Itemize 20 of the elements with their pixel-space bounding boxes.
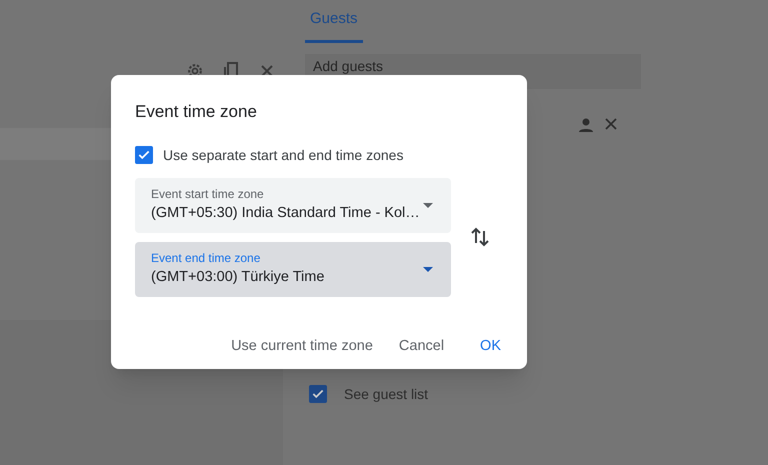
dialog-button[interactable]: OK — [470, 330, 511, 364]
person-icon — [578, 116, 594, 132]
swap-icon[interactable] — [471, 226, 489, 248]
time-zone-dropdown[interactable]: Event end time zone (GMT+03:00) Türkiye Time — [135, 242, 451, 296]
dialog-button[interactable]: Cancel — [388, 330, 454, 364]
checkmark-icon — [311, 387, 325, 401]
dropdown-arrow-icon — [423, 202, 433, 208]
field-value: (GMT+03:00) Türkiye Time — [151, 268, 326, 288]
field-value: (GMT+05:30) India Standard Time - Kol… — [151, 204, 421, 224]
dialog-button[interactable]: Use current time zone — [221, 330, 383, 364]
checkbox[interactable] — [309, 385, 327, 403]
permission-label: See guest list — [344, 384, 428, 404]
dropdown-arrow-icon — [423, 266, 433, 272]
dialog-title: Event time zone — [135, 101, 258, 123]
time-zone-dropdown[interactable]: Event start time zone (GMT+05:30) India Standard Time - Kol… — [135, 178, 451, 232]
checkmark-icon — [137, 148, 151, 162]
checkbox[interactable] — [135, 146, 153, 164]
field-label: Event end time zone — [151, 250, 262, 268]
field-label: Event start time zone — [151, 186, 265, 204]
checkbox-label: Use separate start and end time zones — [163, 146, 404, 165]
